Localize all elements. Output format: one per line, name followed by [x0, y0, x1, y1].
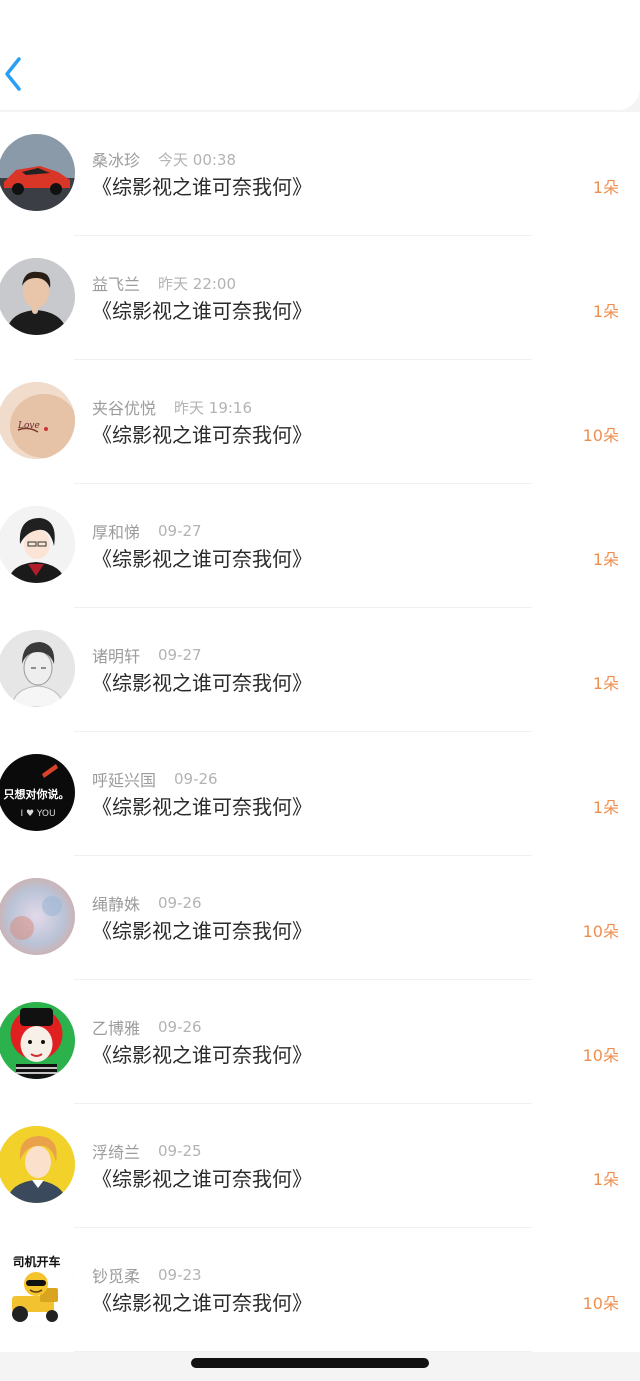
flower-count: 10朵 — [582, 1294, 619, 1313]
flower-count: 1朵 — [592, 798, 619, 817]
home-indicator — [191, 1358, 429, 1368]
avatar[interactable]: 司机开车 — [0, 1250, 75, 1327]
book-title[interactable]: 《综影视之谁可奈我何》 — [92, 1040, 312, 1070]
user-name[interactable]: 钞觅柔 — [92, 1263, 140, 1287]
timestamp: 09-25 — [158, 1142, 202, 1160]
chevron-left-icon — [5, 57, 21, 91]
book-title[interactable]: 《综影视之谁可奈我何》 — [92, 296, 312, 326]
svg-text:I ♥ YOU: I ♥ YOU — [20, 809, 55, 819]
item-meta: 钞觅柔 09-23 — [92, 1263, 202, 1287]
book-title[interactable]: 《综影视之谁可奈我何》 — [92, 544, 312, 574]
timestamp: 今天 00:38 — [158, 150, 237, 169]
item-meta: 夹谷优悦 昨天 19:16 — [92, 395, 252, 419]
flower-count: 1朵 — [592, 674, 619, 693]
svg-text:司机开车: 司机开车 — [12, 1254, 60, 1269]
timestamp: 09-26 — [158, 894, 202, 912]
list-item[interactable]: 乙博雅 09-26 《综影视之谁可奈我何》 10朵 — [0, 980, 640, 1104]
back-button[interactable] — [2, 56, 24, 92]
user-name[interactable]: 乙博雅 — [92, 1015, 140, 1039]
item-meta: 益飞兰 昨天 22:00 — [92, 271, 236, 295]
timestamp: 09-27 — [158, 646, 202, 664]
svg-text:Love: Love — [17, 421, 40, 431]
avatar[interactable] — [0, 1002, 75, 1079]
nav-header — [0, 0, 640, 110]
list-item[interactable]: 绳静姝 09-26 《综影视之谁可奈我何》 10朵 — [0, 856, 640, 980]
avatar[interactable] — [0, 630, 75, 707]
timestamp: 昨天 19:16 — [174, 398, 253, 417]
book-title[interactable]: 《综影视之谁可奈我何》 — [92, 1164, 312, 1194]
book-title[interactable]: 《综影视之谁可奈我何》 — [92, 792, 312, 822]
list-item[interactable]: 司机开车 钞觅柔 09-23 《综影视之谁可奈我何》 10朵 — [0, 1228, 640, 1352]
user-name[interactable]: 厚和悌 — [92, 519, 140, 543]
timestamp: 昨天 22:00 — [158, 274, 237, 293]
flower-count: 1朵 — [592, 550, 619, 569]
user-name[interactable]: 益飞兰 — [92, 271, 140, 295]
item-meta: 诸明轩 09-27 — [92, 643, 202, 667]
item-meta: 厚和悌 09-27 — [92, 519, 202, 543]
avatar[interactable]: Love — [0, 382, 75, 459]
list-item[interactable]: 诸明轩 09-27 《综影视之谁可奈我何》 1朵 — [0, 608, 640, 732]
timestamp: 09-27 — [158, 522, 202, 540]
flower-count: 1朵 — [592, 1170, 619, 1189]
item-meta: 浮绮兰 09-25 — [92, 1139, 202, 1163]
timestamp: 09-26 — [158, 1018, 202, 1036]
divider — [74, 1351, 532, 1352]
book-title[interactable]: 《综影视之谁可奈我何》 — [92, 420, 312, 450]
item-meta: 呼延兴国 09-26 — [92, 767, 218, 791]
timestamp: 09-23 — [158, 1266, 202, 1284]
svg-text:只想对你说。: 只想对你说。 — [4, 787, 70, 801]
flower-count: 1朵 — [592, 302, 619, 321]
avatar[interactable] — [0, 134, 75, 211]
flower-count: 10朵 — [582, 1046, 619, 1065]
book-title[interactable]: 《综影视之谁可奈我何》 — [92, 172, 312, 202]
book-title[interactable]: 《综影视之谁可奈我何》 — [92, 1288, 312, 1318]
user-name[interactable]: 桑冰珍 — [92, 147, 140, 171]
avatar[interactable] — [0, 878, 75, 955]
item-meta: 绳静姝 09-26 — [92, 891, 202, 915]
flower-count: 10朵 — [582, 922, 619, 941]
user-name[interactable]: 呼延兴国 — [92, 767, 156, 791]
list-item[interactable]: 只想对你说。 I ♥ YOU 呼延兴国 09-26 《综影视之谁可奈我何》 1朵 — [0, 732, 640, 856]
book-title[interactable]: 《综影视之谁可奈我何》 — [92, 668, 312, 698]
list-item[interactable]: 厚和悌 09-27 《综影视之谁可奈我何》 1朵 — [0, 484, 640, 608]
book-title[interactable]: 《综影视之谁可奈我何》 — [92, 916, 312, 946]
item-meta: 桑冰珍 今天 00:38 — [92, 147, 236, 171]
list-item[interactable]: 益飞兰 昨天 22:00 《综影视之谁可奈我何》 1朵 — [0, 236, 640, 360]
user-name[interactable]: 浮绮兰 — [92, 1139, 140, 1163]
user-name[interactable]: 诸明轩 — [92, 643, 140, 667]
avatar[interactable] — [0, 506, 75, 583]
list-item[interactable]: Love 夹谷优悦 昨天 19:16 《综影视之谁可奈我何》 10朵 — [0, 360, 640, 484]
item-meta: 乙博雅 09-26 — [92, 1015, 202, 1039]
avatar[interactable] — [0, 1126, 75, 1203]
user-name[interactable]: 绳静姝 — [92, 891, 140, 915]
timestamp: 09-26 — [174, 770, 218, 788]
avatar[interactable]: 只想对你说。 I ♥ YOU — [0, 754, 75, 831]
user-name[interactable]: 夹谷优悦 — [92, 395, 156, 419]
list-item[interactable]: 浮绮兰 09-25 《综影视之谁可奈我何》 1朵 — [0, 1104, 640, 1228]
list-item[interactable]: 桑冰珍 今天 00:38 《综影视之谁可奈我何》 1朵 — [0, 112, 640, 236]
gift-record-list: 桑冰珍 今天 00:38 《综影视之谁可奈我何》 1朵 益飞兰 昨天 22:00… — [0, 112, 640, 1352]
flower-count: 1朵 — [592, 178, 619, 197]
flower-count: 10朵 — [582, 426, 619, 445]
avatar[interactable] — [0, 258, 75, 335]
